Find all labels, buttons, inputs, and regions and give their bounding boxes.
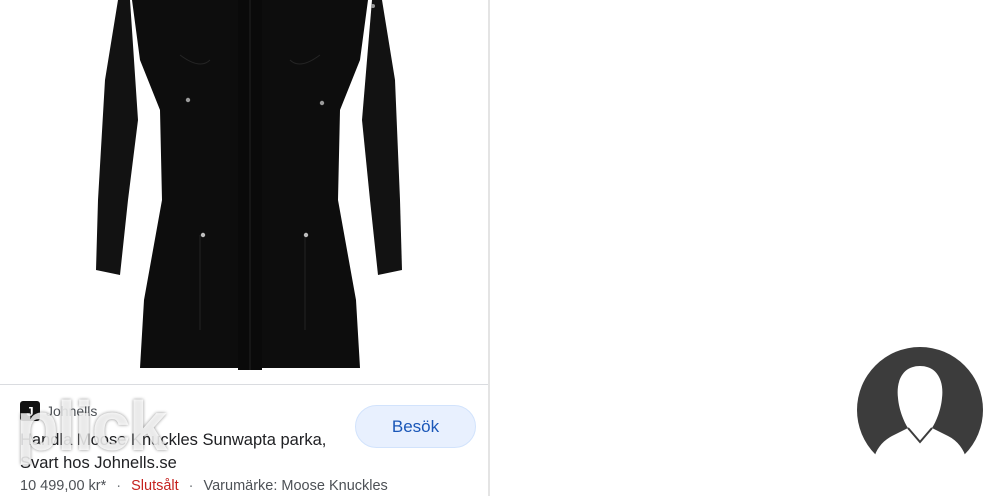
product-meta: 10 499,00 kr* · Slutsålt · Varumärke: Mo… bbox=[20, 478, 388, 494]
source-favicon-icon: J bbox=[20, 401, 40, 421]
meta-separator: · bbox=[116, 478, 122, 494]
source-row[interactable]: J Johnells bbox=[20, 401, 97, 421]
person-silhouette-icon bbox=[857, 347, 983, 474]
stock-status: Slutsålt bbox=[131, 478, 179, 494]
product-title[interactable]: Handla Moose Knuckles Sunwapta parka, Sv… bbox=[20, 429, 330, 475]
visit-button[interactable]: Besök bbox=[355, 405, 476, 448]
product-price: 10 499,00 kr* bbox=[20, 478, 107, 494]
product-panel: J Johnells Handla Moose Knuckles Sunwapt… bbox=[0, 0, 490, 496]
product-image[interactable] bbox=[60, 0, 440, 380]
meta-separator: · bbox=[188, 478, 194, 494]
product-brand: Varumärke: Moose Knuckles bbox=[203, 478, 388, 494]
divider bbox=[0, 384, 488, 385]
source-name: Johnells bbox=[46, 403, 98, 419]
